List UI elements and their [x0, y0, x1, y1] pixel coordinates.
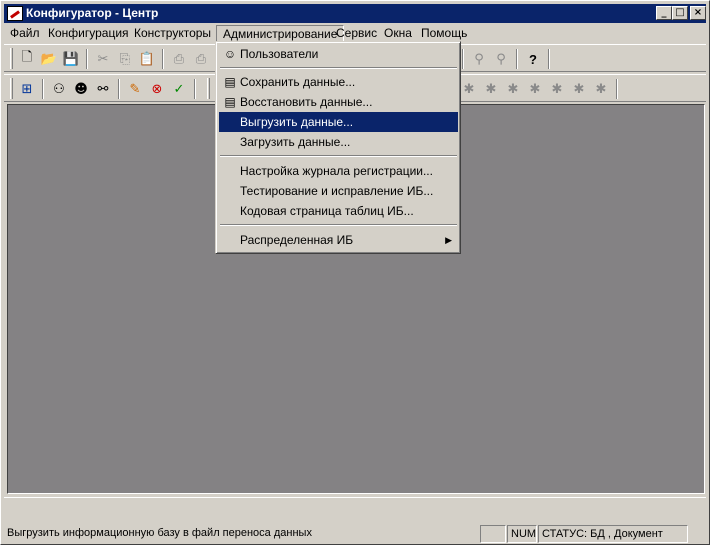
menu-bar: Файл Конфигурация Конструкторы Администр…	[4, 23, 706, 43]
menu-item-log-settings[interactable]: Настройка журнала регистрации...	[219, 161, 458, 181]
edit-icon[interactable]: ✎	[125, 79, 145, 99]
paste-icon[interactable]: 📋	[137, 49, 157, 69]
open-icon[interactable]: 📂	[39, 49, 59, 69]
menu-item-distributed-ib[interactable]: Распределенная ИБ ▶	[219, 230, 458, 250]
maximize-button[interactable]: □	[672, 6, 688, 20]
menu-item-label: Настройка журнала регистрации...	[240, 164, 433, 178]
toolbar-grip[interactable]	[207, 78, 210, 99]
menu-separator	[220, 224, 457, 226]
title-bar[interactable]: Конфигуратор - Центр _ □ ×	[4, 4, 706, 23]
toolbar-separator	[616, 79, 618, 99]
stop-icon[interactable]: ⊗	[147, 79, 167, 99]
menu-separator	[220, 67, 457, 69]
close-button[interactable]: ×	[690, 6, 706, 20]
debug-icon[interactable]: ✱	[569, 79, 589, 99]
check-icon[interactable]: ✓	[169, 79, 189, 99]
toolbar-separator	[86, 49, 88, 69]
status-empty-panel	[480, 525, 506, 543]
debug-icon[interactable]: ✱	[547, 79, 567, 99]
copy-icon[interactable]: ⎘	[115, 49, 135, 69]
toolbar-separator	[462, 49, 464, 69]
save-icon[interactable]: 💾	[61, 49, 81, 69]
menu-item-export-data[interactable]: Выгрузить данные...	[219, 112, 458, 132]
debug-icon[interactable]: ✱	[591, 79, 611, 99]
menu-item-label: Загрузить данные...	[240, 135, 351, 149]
menu-configuration[interactable]: Конфигурация	[42, 25, 135, 43]
status-state: СТАТУС: БД , Документ	[538, 525, 688, 543]
menu-item-save-data[interactable]: ▤ Сохранить данные...	[219, 72, 458, 92]
window-title: Конфигуратор - Центр	[26, 6, 159, 20]
toolbar-separator	[162, 49, 164, 69]
toolbar-grip[interactable]	[10, 78, 13, 99]
menu-item-label: Пользователи	[240, 47, 319, 61]
users-icon: ☺	[223, 47, 237, 61]
menu-item-restore-data[interactable]: ▤ Восстановить данные...	[219, 92, 458, 112]
binoculars-icon[interactable]: ⚇	[49, 79, 69, 99]
menu-item-label: Выгрузить данные...	[240, 115, 354, 129]
administration-menu: ☺ Пользователи ▤ Сохранить данные... ▤ В…	[215, 41, 461, 254]
new-icon[interactable]: 🗋	[17, 49, 37, 69]
toolbar-separator	[194, 79, 196, 99]
debug-icon[interactable]: ✱	[503, 79, 523, 99]
app-icon[interactable]	[7, 6, 23, 21]
status-message: Выгрузить информационную базу в файл пер…	[7, 527, 312, 539]
status-num: NUM	[507, 525, 537, 543]
minimize-button[interactable]: _	[656, 6, 672, 20]
submenu-arrow-icon: ▶	[445, 235, 452, 245]
menu-item-code-page[interactable]: Кодовая страница таблиц ИБ...	[219, 201, 458, 221]
status-bar: Выгрузить информационную базу в файл пер…	[4, 523, 706, 543]
toolbar-separator	[516, 49, 518, 69]
menu-item-users[interactable]: ☺ Пользователи	[219, 44, 458, 64]
help-icon[interactable]: ?	[523, 49, 543, 69]
debug-icon[interactable]: ✱	[459, 79, 479, 99]
toolbar-separator	[42, 79, 44, 99]
toolbar-grip[interactable]	[10, 48, 13, 69]
save-data-icon: ▤	[224, 75, 236, 89]
menu-item-import-data[interactable]: Загрузить данные...	[219, 132, 458, 152]
find-icon[interactable]: ⚲	[469, 49, 489, 69]
toolbar-separator	[548, 49, 550, 69]
debug-icon[interactable]: ✱	[525, 79, 545, 99]
menu-item-test-repair[interactable]: Тестирование и исправление ИБ...	[219, 181, 458, 201]
print-preview-icon[interactable]: ⎙	[191, 49, 211, 69]
tree-icon[interactable]: ⊞	[17, 79, 37, 99]
debug-icon[interactable]: ✱	[481, 79, 501, 99]
menu-item-label: Восстановить данные...	[240, 95, 373, 109]
menu-item-label: Тестирование и исправление ИБ...	[240, 184, 434, 198]
print-icon[interactable]: ⎙	[169, 49, 189, 69]
menu-file[interactable]: Файл	[4, 25, 46, 43]
search-icon[interactable]: ⚯	[93, 79, 113, 99]
menu-item-label: Сохранить данные...	[240, 75, 356, 89]
cut-icon[interactable]: ✂	[93, 49, 113, 69]
size-grip[interactable]	[689, 525, 706, 543]
toolbar-separator	[118, 79, 120, 99]
bottom-panel	[4, 497, 706, 521]
menu-item-label: Кодовая страница таблиц ИБ...	[240, 204, 414, 218]
user-icon[interactable]: ☻	[71, 79, 91, 99]
menu-separator	[220, 155, 457, 157]
replace-icon[interactable]: ⚲	[491, 49, 511, 69]
restore-data-icon: ▤	[224, 95, 236, 109]
menu-constructors[interactable]: Конструкторы	[128, 25, 217, 43]
menu-item-label: Распределенная ИБ	[240, 233, 354, 247]
